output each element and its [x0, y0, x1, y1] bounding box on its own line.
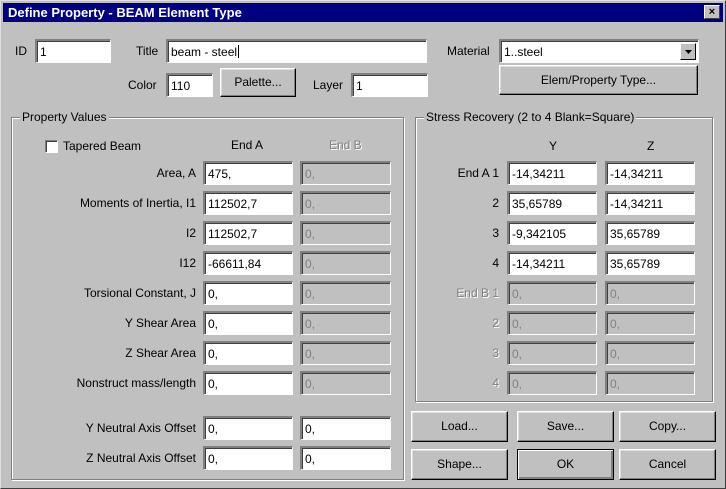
end-b-field: 0, [300, 311, 391, 335]
property-row-label: I12 [179, 256, 196, 270]
stress-row-label: End A 1 [457, 166, 499, 180]
load-button[interactable]: Load... [411, 411, 508, 442]
stress-z-field[interactable]: 35,65789 [605, 221, 695, 245]
text-cursor [238, 45, 240, 58]
stress-z-field: 0, [605, 281, 695, 305]
end-a-field[interactable]: 0, [203, 341, 293, 365]
end-a-field[interactable]: 112502,7 [203, 221, 293, 245]
close-icon: × [708, 6, 716, 18]
chevron-down-icon [685, 50, 692, 54]
ok-button[interactable]: OK [517, 449, 614, 480]
material-select[interactable]: 1..steel [499, 39, 699, 63]
save-button[interactable]: Save... [517, 411, 614, 442]
title-field[interactable]: beam - steel [166, 39, 427, 63]
title-label: Title [136, 44, 159, 58]
stress-y-field[interactable]: -14,34211 [507, 251, 597, 275]
close-button[interactable]: × [704, 5, 720, 19]
property-row-label: Torsional Constant, J [83, 286, 196, 300]
elem-property-type-button[interactable]: Elem/Property Type... [499, 65, 698, 95]
id-field[interactable]: 1 [35, 39, 111, 63]
title-field-text: beam - steel [171, 45, 238, 59]
property-row-label: Area, A [156, 166, 196, 180]
end-b-field: 0, [300, 251, 391, 275]
stress-row-label: 2 [492, 196, 499, 210]
end-b-field: 0, [300, 191, 391, 215]
end-b-header: End B [329, 138, 362, 152]
copy-button[interactable]: Copy... [619, 411, 716, 442]
material-label: Material [447, 44, 490, 58]
end-a-field[interactable]: 0, [203, 281, 293, 305]
property-row-label: I2 [185, 226, 196, 240]
property-row-label: Z Neutral Axis Offset [86, 451, 196, 465]
color-field[interactable]: 110 [166, 73, 213, 97]
layer-field[interactable]: 1 [351, 73, 428, 97]
shape-button[interactable]: Shape... [411, 449, 508, 480]
stress-y-field[interactable]: 35,65789 [507, 191, 597, 215]
end-b-field[interactable]: 0, [300, 416, 391, 440]
end-b-field[interactable]: 0, [300, 446, 391, 470]
stress-z-field[interactable]: -14,34211 [605, 191, 695, 215]
stress-row-label: 4 [492, 376, 499, 390]
end-b-field: 0, [300, 341, 391, 365]
stress-z-field: 0, [605, 311, 695, 335]
end-a-field[interactable]: 0, [203, 416, 293, 440]
property-row-label: Nonstruct mass/length [76, 376, 196, 390]
end-b-field: 0, [300, 371, 391, 395]
material-select-value: 1..steel [504, 45, 543, 59]
cancel-button[interactable]: Cancel [619, 449, 716, 480]
stress-row-label: 4 [492, 256, 499, 270]
end-a-field[interactable]: -66611,84 [203, 251, 293, 275]
stress-y-field: 0, [507, 371, 597, 395]
stress-y-field[interactable]: -14,34211 [507, 161, 597, 185]
stress-z-field: 0, [605, 371, 695, 395]
stress-row-label: End B 1 [456, 286, 499, 300]
stress-y-field: 0, [507, 311, 597, 335]
property-row-label: Moments of Inertia, I1 [79, 196, 196, 210]
stress-z-field: 0, [605, 341, 695, 365]
end-a-field[interactable]: 0, [203, 446, 293, 470]
z-header: Z [647, 139, 655, 153]
y-header: Y [549, 139, 558, 153]
end-a-field[interactable]: 112502,7 [203, 191, 293, 215]
stress-row-label: 3 [492, 226, 499, 240]
end-a-field[interactable]: 0, [203, 311, 293, 335]
title-bar: Define Property - BEAM Element Type × [3, 3, 723, 22]
stress-row-label: 3 [492, 346, 499, 360]
property-values-title: Property Values [20, 110, 109, 124]
stress-y-field: 0, [507, 281, 597, 305]
end-b-field: 0, [300, 161, 391, 185]
end-a-field[interactable]: 0, [203, 371, 293, 395]
end-a-header: End A [231, 138, 264, 152]
stress-y-field[interactable]: -9,342105 [507, 221, 597, 245]
stress-z-field[interactable]: 35,65789 [605, 251, 695, 275]
end-b-field: 0, [300, 281, 391, 305]
stress-recovery-title: Stress Recovery (2 to 4 Blank=Square) [424, 110, 637, 124]
end-a-field[interactable]: 475, [203, 161, 293, 185]
property-row-label: Y Shear Area [124, 316, 196, 330]
palette-button[interactable]: Palette... [220, 68, 296, 97]
stress-y-field: 0, [507, 341, 597, 365]
layer-label: Layer [313, 78, 344, 92]
tapered-beam-checkbox[interactable] [45, 140, 58, 153]
stress-z-field[interactable]: -14,34211 [605, 161, 695, 185]
color-label: Color [128, 78, 157, 92]
property-row-label: Z Shear Area [125, 346, 196, 360]
property-row-label: Y Neutral Axis Offset [85, 421, 196, 435]
end-b-field: 0, [300, 221, 391, 245]
stress-row-label: 2 [492, 316, 499, 330]
window-title: Define Property - BEAM Element Type [8, 5, 242, 20]
id-label: ID [15, 44, 27, 58]
dropdown-arrow-button[interactable] [680, 43, 696, 60]
define-property-dialog: Define Property - BEAM Element Type × ID… [0, 0, 726, 489]
tapered-beam-label: Tapered Beam [63, 139, 142, 153]
